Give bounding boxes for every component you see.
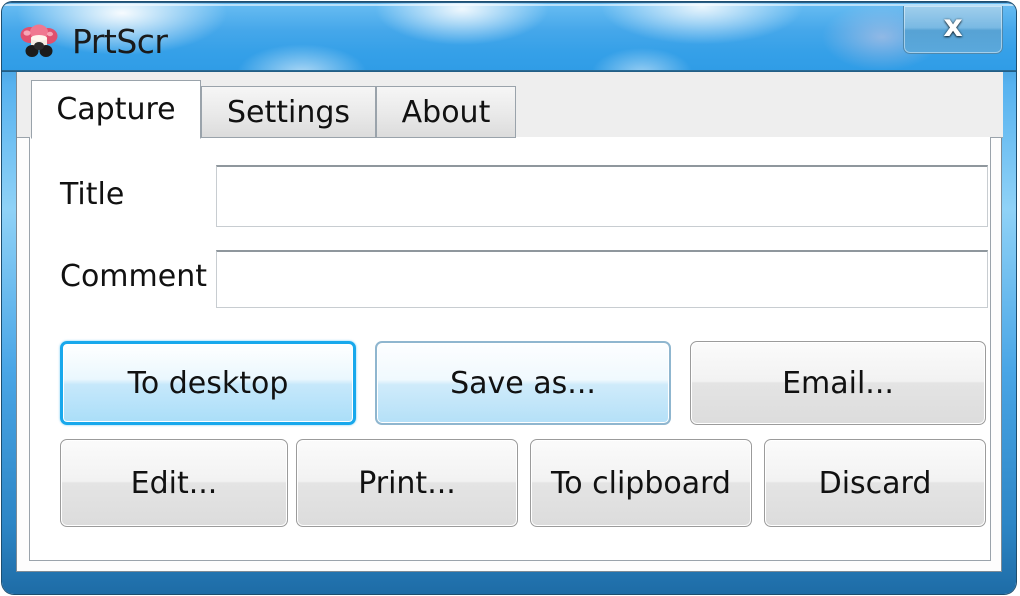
to-clipboard-button[interactable]: To clipboard: [530, 439, 752, 527]
tab-about-label: About: [401, 94, 491, 130]
mushroom-icon: [19, 24, 59, 60]
tab-settings-label: Settings: [226, 94, 351, 130]
capture-tab-panel: Title Comment To desktop Save as... Emai…: [29, 137, 991, 561]
edit-button[interactable]: Edit...: [60, 439, 288, 527]
print-button[interactable]: Print...: [296, 439, 518, 527]
tab-settings[interactable]: Settings: [201, 86, 376, 138]
title-bar-highlight: [3, 4, 1015, 6]
tab-capture[interactable]: Capture: [31, 80, 201, 139]
app-window: PrtScr x Capture Settings About Title Co…: [2, 2, 1016, 594]
tab-about[interactable]: About: [376, 86, 516, 138]
comment-field-label: Comment: [60, 259, 207, 294]
email-button[interactable]: Email...: [690, 341, 986, 425]
tab-strip: Capture Settings About: [17, 72, 1003, 139]
to-clipboard-button-label: To clipboard: [551, 465, 731, 501]
close-icon: x: [943, 9, 963, 44]
window-title: PrtScr: [72, 22, 168, 61]
discard-button-label: Discard: [818, 465, 932, 501]
comment-input[interactable]: [216, 250, 988, 308]
save-as-button[interactable]: Save as...: [375, 341, 671, 425]
tab-capture-label: Capture: [56, 92, 176, 127]
save-as-button-label: Save as...: [450, 365, 596, 401]
title-input[interactable]: [216, 165, 988, 227]
print-button-label: Print...: [358, 465, 456, 501]
to-desktop-button[interactable]: To desktop: [60, 341, 356, 425]
close-button[interactable]: x: [903, 6, 1003, 54]
client-area: Capture Settings About Title Comment To …: [16, 72, 1003, 572]
discard-button[interactable]: Discard: [764, 439, 986, 527]
title-bar[interactable]: PrtScr x: [2, 2, 1016, 72]
to-desktop-button-label: To desktop: [127, 365, 289, 401]
title-field-label: Title: [60, 177, 125, 212]
edit-button-label: Edit...: [130, 465, 218, 501]
email-button-label: Email...: [782, 365, 894, 401]
